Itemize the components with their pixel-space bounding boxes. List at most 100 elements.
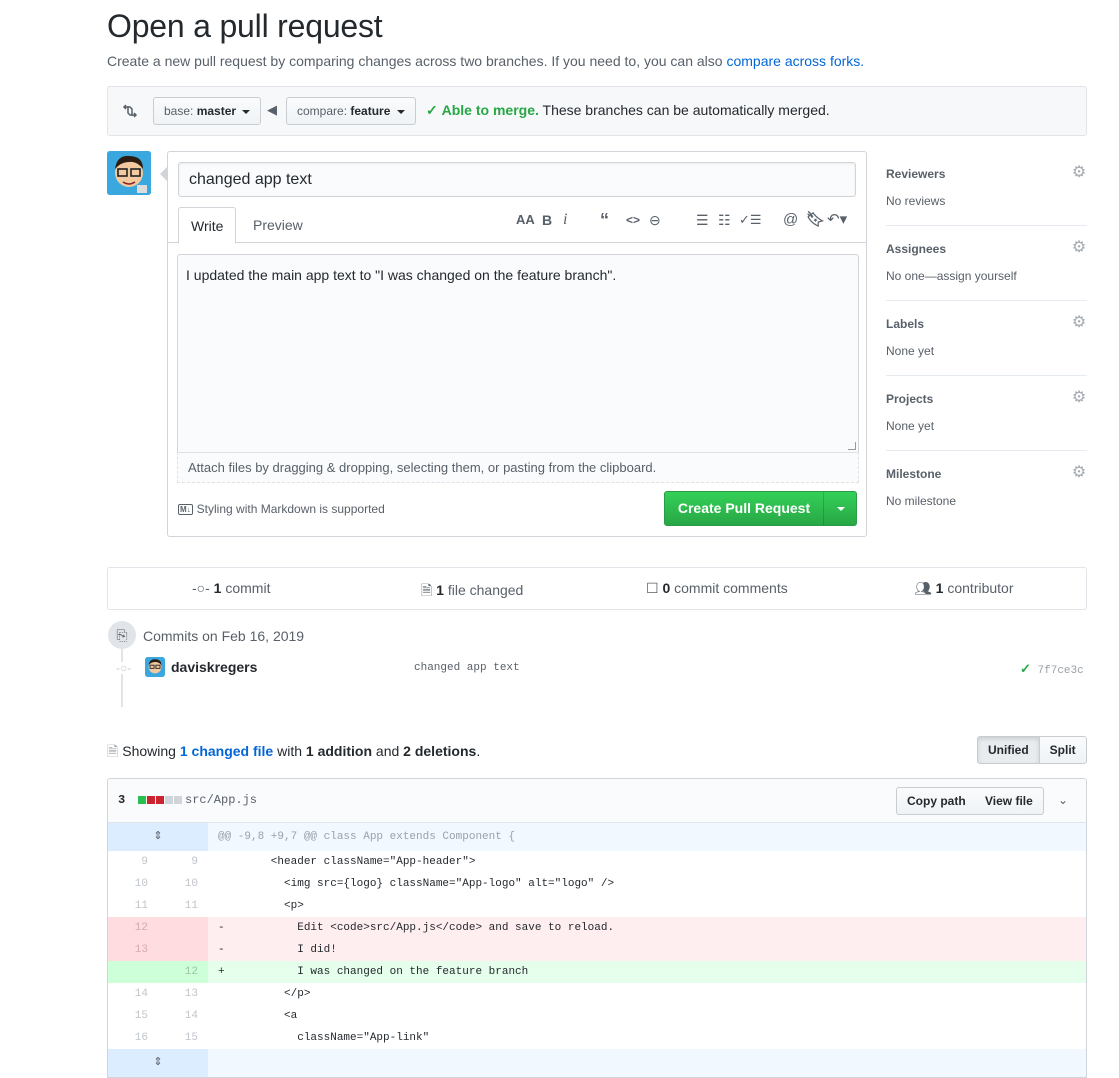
code-line: <header className="App-header"> bbox=[218, 856, 476, 868]
old-line-number[interactable]: 13 bbox=[108, 939, 158, 961]
old-line-number[interactable]: 16 bbox=[108, 1027, 158, 1049]
split-view-button[interactable]: Split bbox=[1040, 737, 1086, 763]
new-line-number[interactable]: 10 bbox=[158, 873, 208, 895]
commit-dot-icon: -○- bbox=[116, 661, 132, 675]
create-options-dropdown[interactable] bbox=[823, 492, 857, 525]
old-line-number[interactable]: 14 bbox=[108, 983, 158, 1005]
compare-branch-select[interactable]: compare: feature bbox=[286, 97, 416, 125]
create-pull-request-label: Create Pull Request bbox=[677, 500, 811, 516]
copy-path-button[interactable]: Copy path bbox=[896, 787, 977, 815]
reply-icon[interactable]: ↶▾ bbox=[827, 211, 847, 229]
summary-files[interactable]: 🗎︎ 1 file changed bbox=[421, 580, 523, 604]
view-file-button[interactable]: View file bbox=[975, 787, 1044, 815]
code-line: - I did! bbox=[218, 944, 337, 956]
old-line-number[interactable]: 15 bbox=[108, 1005, 158, 1027]
expand-icon[interactable]: ⇕ bbox=[108, 823, 208, 851]
new-line-number[interactable]: 11 bbox=[158, 895, 208, 917]
file-path[interactable]: src/App.js bbox=[185, 793, 257, 807]
people-icon: 👥︎ bbox=[914, 580, 932, 596]
changed-files-link[interactable]: 1 changed file bbox=[180, 743, 273, 759]
unified-view-button[interactable]: Unified bbox=[978, 737, 1040, 763]
new-line-number[interactable]: 13 bbox=[158, 983, 208, 1005]
quote-icon[interactable]: “ bbox=[600, 211, 609, 229]
compare-across-forks-link[interactable]: compare across forks. bbox=[726, 53, 864, 69]
italic-icon[interactable]: i bbox=[563, 211, 567, 229]
mention-icon[interactable]: @ bbox=[783, 211, 798, 229]
base-branch-select[interactable]: base: master bbox=[153, 97, 262, 125]
new-line-number[interactable] bbox=[158, 917, 208, 939]
check-icon: ✓ bbox=[1020, 661, 1031, 676]
pr-body-textarea[interactable]: I updated the main app text to "I was ch… bbox=[177, 254, 859, 452]
chevron-down-icon[interactable]: ⌄ bbox=[1058, 793, 1068, 807]
commits-count: 1 bbox=[213, 580, 222, 596]
expand-icon[interactable]: ⇕ bbox=[108, 1049, 208, 1077]
pull-request-form: changed app text Write Preview AA B i “ … bbox=[160, 151, 867, 537]
compare-bar: base: master ◀ compare: feature ✓ Able t… bbox=[107, 86, 1087, 136]
diff-file-header: 3 src/App.js Copy path View file ⌄ bbox=[108, 779, 1086, 823]
summary-contributors[interactable]: 👥︎ 1 contributor bbox=[914, 580, 1014, 597]
gear-icon[interactable]: ⚙ bbox=[1071, 315, 1087, 331]
diff-context-row: 16 15 className="App-link" bbox=[108, 1027, 1086, 1049]
attach-files-area[interactable]: Attach files by dragging & dropping, sel… bbox=[177, 452, 859, 483]
diffstat: 3 bbox=[118, 793, 183, 807]
with-text: with bbox=[273, 743, 306, 759]
gear-icon[interactable]: ⚙ bbox=[1071, 240, 1087, 256]
sidebar-value[interactable]: No one—assign yourself bbox=[886, 269, 1017, 283]
summary-commits[interactable]: -○- 1 commit bbox=[192, 580, 270, 596]
link-icon[interactable]: ⊖ bbox=[649, 211, 661, 229]
old-line-number[interactable]: 10 bbox=[108, 873, 158, 895]
new-line-number[interactable]: 12 bbox=[158, 961, 208, 983]
tab-write[interactable]: Write bbox=[178, 207, 237, 244]
new-line-number[interactable]: 9 bbox=[158, 851, 208, 873]
subtitle-text: Create a new pull request by comparing c… bbox=[107, 53, 727, 69]
ordered-list-icon[interactable]: ☷ bbox=[718, 211, 731, 229]
unordered-list-icon[interactable]: ☰ bbox=[696, 211, 709, 229]
check-icon: ✓ bbox=[426, 102, 438, 118]
pr-body-text: I updated the main app text to "I was ch… bbox=[186, 267, 617, 283]
markdown-icon: M↓ bbox=[178, 504, 193, 516]
gear-icon[interactable]: ⚙ bbox=[1071, 390, 1087, 406]
gear-icon[interactable]: ⚙ bbox=[1071, 165, 1087, 181]
code-line: <a bbox=[218, 1010, 298, 1022]
old-line-number[interactable] bbox=[108, 961, 158, 983]
old-line-number[interactable]: 11 bbox=[108, 895, 158, 917]
code-line: </p> bbox=[218, 988, 311, 1000]
merge-status-text: These branches can be automatically merg… bbox=[538, 102, 830, 118]
bookmark-icon[interactable]: 🔖︎ bbox=[806, 211, 825, 229]
code-icon[interactable]: <> bbox=[626, 211, 640, 229]
additions-count: 1 addition bbox=[305, 743, 373, 759]
sidebar-reviewers: Reviewers ⚙ No reviews bbox=[886, 151, 1087, 226]
commit-author[interactable]: daviskregers bbox=[171, 659, 257, 675]
diff-file: 3 src/App.js Copy path View file ⌄ ⇕ @@ … bbox=[107, 778, 1087, 1078]
sidebar-value: No reviews bbox=[886, 194, 946, 208]
markdown-note[interactable]: M↓ Styling with Markdown is supported bbox=[178, 502, 385, 516]
commit-sha[interactable]: ✓ 7f7ce3c bbox=[1020, 661, 1084, 677]
task-list-icon[interactable]: ✓☰ bbox=[739, 211, 762, 229]
old-line-number[interactable]: 9 bbox=[108, 851, 158, 873]
commit-author-avatar[interactable] bbox=[145, 657, 165, 677]
compare-prefix: compare: bbox=[297, 104, 351, 118]
new-line-number[interactable]: 14 bbox=[158, 1005, 208, 1027]
old-line-number[interactable]: 12 bbox=[108, 917, 158, 939]
avatar[interactable] bbox=[107, 151, 151, 195]
text-size-icon[interactable]: AA bbox=[516, 211, 535, 229]
page-title: Open a pull request bbox=[107, 8, 383, 44]
pr-title-input[interactable]: changed app text bbox=[178, 162, 856, 197]
diffstat-block-del bbox=[156, 795, 165, 804]
tab-preview[interactable]: Preview bbox=[241, 207, 315, 244]
new-line-number[interactable]: 15 bbox=[158, 1027, 208, 1049]
commit-sha-text: 7f7ce3c bbox=[1037, 665, 1084, 677]
files-summary: 🗎︎ Showing 1 changed file with 1 addition… bbox=[107, 741, 480, 765]
summary-comments[interactable]: ☐ 0 commit comments bbox=[646, 580, 788, 597]
resize-handle[interactable] bbox=[848, 442, 856, 450]
arrow-left-icon: ◀ bbox=[267, 102, 277, 117]
sidebar-heading: Projects bbox=[886, 392, 934, 406]
commit-message[interactable]: changed app text bbox=[414, 662, 520, 674]
avatar-image bbox=[145, 657, 165, 677]
gear-icon[interactable]: ⚙ bbox=[1071, 465, 1087, 481]
comments-label: commit comments bbox=[674, 580, 788, 596]
create-pull-request-button[interactable]: Create Pull Request bbox=[664, 491, 857, 526]
bold-icon[interactable]: B bbox=[542, 211, 552, 229]
new-line-number[interactable] bbox=[158, 939, 208, 961]
sidebar-value: None yet bbox=[886, 344, 935, 358]
